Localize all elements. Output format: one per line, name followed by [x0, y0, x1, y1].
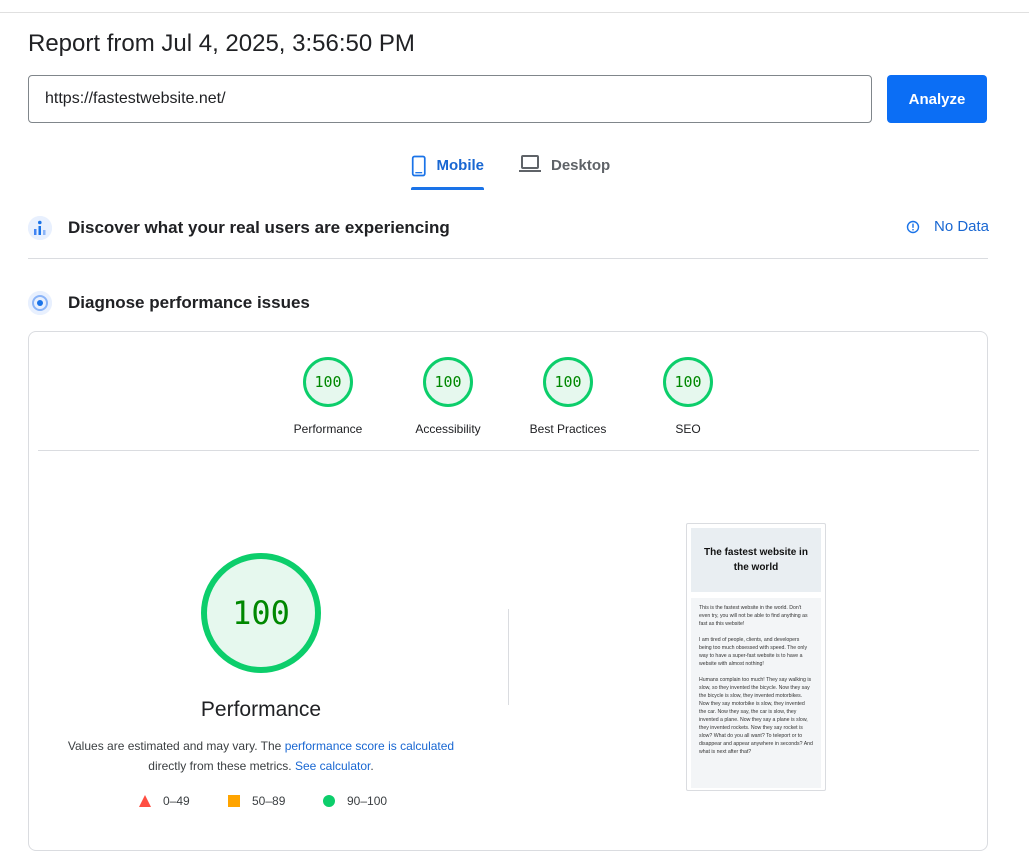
- score-label: Accessibility: [415, 422, 481, 436]
- performance-description: Values are estimated and may vary. The p…: [51, 736, 471, 776]
- score-value: 100: [543, 357, 593, 407]
- report-title: Report from Jul 4, 2025, 3:56:50 PM: [28, 30, 415, 57]
- preview-paragraph: Humans complain too much! They say walki…: [699, 677, 813, 755]
- score-value: 100: [423, 357, 473, 407]
- performance-label: Performance: [200, 698, 322, 721]
- score-label: SEO: [675, 422, 701, 436]
- score-label: Best Practices: [529, 422, 607, 436]
- laptop-icon: [519, 155, 541, 172]
- field-data-title: Discover what your real users are experi…: [68, 218, 450, 237]
- tab-mobile[interactable]: Mobile: [411, 150, 484, 190]
- no-data-label: No Data: [934, 218, 990, 235]
- diagnose-title: Diagnose performance issues: [68, 293, 310, 312]
- preview-paragraph: This is the fastest website in the world…: [699, 605, 808, 627]
- url-input[interactable]: [28, 75, 872, 123]
- lighthouse-report-card: 100 Performance 100 Accessibility 100 Be…: [28, 331, 988, 851]
- card-divider: [38, 450, 979, 451]
- legend-range: 50–89: [252, 794, 286, 808]
- info-icon: [906, 220, 920, 233]
- legend-range: 90–100: [347, 794, 388, 808]
- users-chart-icon: [28, 216, 52, 240]
- see-calculator-link[interactable]: See calculator: [295, 759, 370, 773]
- desc-period: .: [370, 759, 374, 773]
- legend-fail: 0–49: [139, 794, 190, 808]
- section-divider: [28, 258, 988, 259]
- square-icon: [228, 795, 240, 807]
- performance-score-link[interactable]: performance score is calculated: [285, 739, 454, 753]
- legend-average: 50–89: [228, 794, 285, 808]
- active-tab-indicator: [411, 187, 484, 190]
- score-gauge-accessibility[interactable]: 100 Accessibility: [403, 357, 493, 436]
- preview-body: This is the fastest website in the world…: [691, 598, 821, 788]
- desc-text: Values are estimated and may vary. The: [67, 739, 282, 753]
- performance-score-gauge: 100: [201, 553, 321, 673]
- circle-icon: [323, 795, 335, 807]
- score-value: 100: [663, 357, 713, 407]
- analyze-button[interactable]: Analyze: [887, 75, 987, 123]
- legend-pass: 90–100: [323, 794, 387, 808]
- score-gauge-performance[interactable]: 100 Performance: [283, 357, 373, 436]
- score-label: Performance: [293, 422, 363, 436]
- no-data-status[interactable]: No Data: [906, 218, 989, 235]
- preview-paragraph: I am tired of people, clients, and devel…: [699, 637, 808, 667]
- score-value: 100: [303, 357, 353, 407]
- triangle-icon: [139, 795, 151, 807]
- top-divider: [0, 12, 1029, 13]
- page-screenshot-preview[interactable]: The fastest website in the world This is…: [686, 523, 826, 791]
- legend-range: 0–49: [163, 794, 190, 808]
- preview-heading: The fastest website in the world: [691, 528, 821, 592]
- score-gauge-seo[interactable]: 100 SEO: [643, 357, 733, 436]
- desc-text: directly from these metrics.: [148, 759, 292, 773]
- smartphone-icon: [411, 155, 426, 177]
- score-gauge-best-practices[interactable]: 100 Best Practices: [523, 357, 613, 436]
- lighthouse-icon: [28, 291, 52, 315]
- tab-mobile-label: Mobile: [436, 157, 485, 174]
- tab-desktop-label: Desktop: [551, 157, 611, 174]
- vertical-divider: [508, 609, 509, 705]
- tab-desktop[interactable]: Desktop: [519, 150, 610, 190]
